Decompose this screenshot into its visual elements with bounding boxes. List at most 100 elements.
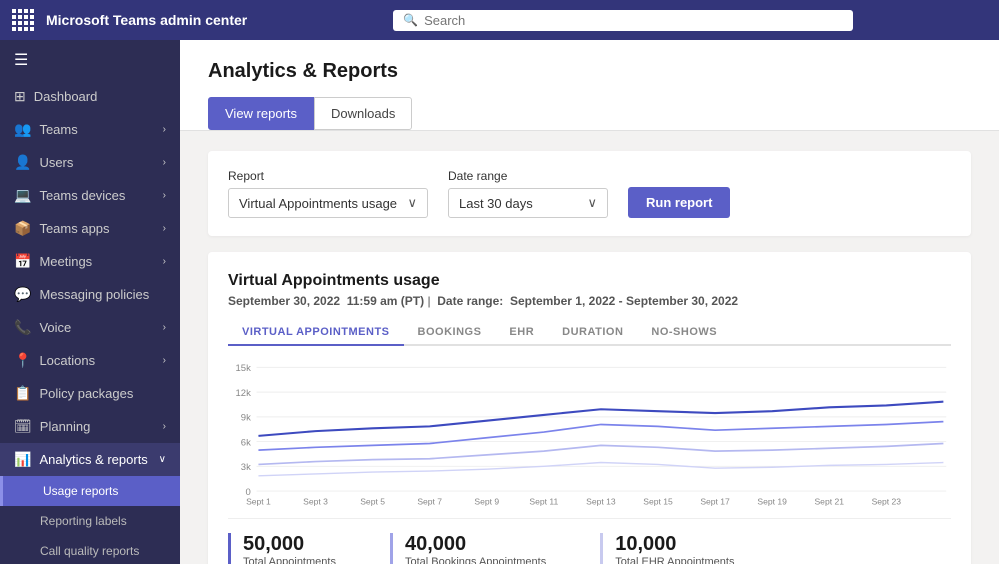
sidebar-item-users[interactable]: 👤 Users › xyxy=(0,146,180,179)
chart-tab-ehr[interactable]: EHR xyxy=(495,320,548,346)
tab-downloads[interactable]: Downloads xyxy=(314,97,412,130)
svg-text:Sept 1: Sept 1 xyxy=(246,496,271,506)
chevron-icon: › xyxy=(163,355,166,366)
sidebar-label: Analytics & reports xyxy=(39,452,150,467)
sidebar-label: Messaging policies xyxy=(39,287,166,302)
sidebar-label: Teams apps xyxy=(39,221,154,236)
sidebar-item-dashboard[interactable]: ⊞ Dashboard xyxy=(0,80,180,113)
sidebar-label: Locations xyxy=(39,353,154,368)
voice-icon: 📞 xyxy=(14,319,31,336)
users-icon: 👤 xyxy=(14,154,31,171)
chart-title: Virtual Appointments usage xyxy=(228,272,951,290)
chart-tab-bookings[interactable]: BOOKINGS xyxy=(404,320,496,346)
stat-total-appointments: 50,000 Total Appointments xyxy=(228,533,360,564)
chart-time: 11:59 am (PT) xyxy=(347,294,424,308)
run-report-button[interactable]: Run report xyxy=(628,187,730,218)
stat-number: 40,000 xyxy=(405,533,546,556)
stat-label: Total Bookings Appointments xyxy=(405,556,546,564)
planning-icon: 🗓 xyxy=(14,418,32,435)
sidebar-item-meetings[interactable]: 📅 Meetings › xyxy=(0,245,180,278)
main-header: Analytics & Reports View reports Downloa… xyxy=(180,40,999,131)
svg-text:Sept 11: Sept 11 xyxy=(529,496,558,506)
chevron-icon: ∨ xyxy=(159,454,166,465)
chart-tab-duration[interactable]: DURATION xyxy=(548,320,637,346)
report-label: Report xyxy=(228,169,428,183)
chevron-icon: › xyxy=(163,322,166,333)
svg-text:Sept 5: Sept 5 xyxy=(360,496,385,506)
report-select[interactable]: Virtual Appointments usage ∨ xyxy=(228,188,428,218)
svg-text:Sept 7: Sept 7 xyxy=(417,496,442,506)
sidebar-item-teams[interactable]: 👥 Teams › xyxy=(0,113,180,146)
stat-number: 50,000 xyxy=(243,533,336,556)
svg-text:Sept 15: Sept 15 xyxy=(643,496,673,506)
search-box[interactable]: 🔍 xyxy=(393,10,853,31)
svg-text:Sept 19: Sept 19 xyxy=(757,496,787,506)
date-label: Date range xyxy=(448,169,608,183)
main-tabs: View reports Downloads xyxy=(208,97,971,130)
sidebar-item-planning[interactable]: 🗓 Planning › xyxy=(0,410,180,443)
sidebar-sub-call-quality-reports[interactable]: Call quality reports xyxy=(0,536,180,564)
topbar: Microsoft Teams admin center 🔍 xyxy=(0,0,999,40)
date-value: Last 30 days xyxy=(459,196,533,211)
content-area: Report Virtual Appointments usage ∨ Date… xyxy=(180,131,999,564)
chart-tab-no-shows[interactable]: NO-SHOWS xyxy=(637,320,731,346)
tab-view-reports[interactable]: View reports xyxy=(208,97,314,130)
svg-text:12k: 12k xyxy=(236,388,252,399)
date-select[interactable]: Last 30 days ∨ xyxy=(448,188,608,218)
svg-text:Sept 23: Sept 23 xyxy=(872,496,902,506)
sidebar-item-messaging[interactable]: 💬 Messaging policies xyxy=(0,278,180,311)
sidebar-label: Policy packages xyxy=(39,386,166,401)
search-input[interactable] xyxy=(424,13,843,28)
analytics-icon: 📊 xyxy=(14,451,31,468)
stat-total-bookings: 40,000 Total Bookings Appointments xyxy=(390,533,570,564)
sidebar-item-locations[interactable]: 📍 Locations › xyxy=(0,344,180,377)
grid-icon[interactable] xyxy=(12,9,34,31)
stat-label: Total Appointments xyxy=(243,556,336,564)
sidebar-item-policy-packages[interactable]: 📋 Policy packages xyxy=(0,377,180,410)
hamburger-icon[interactable]: ☰ xyxy=(0,40,180,80)
meetings-icon: 📅 xyxy=(14,253,31,270)
svg-text:Sept 17: Sept 17 xyxy=(700,496,730,506)
chevron-icon: › xyxy=(163,421,166,432)
sidebar-label: Reporting labels xyxy=(40,514,166,528)
stats-row: 50,000 Total Appointments 40,000 Total B… xyxy=(228,518,951,564)
teams-icon: 👥 xyxy=(14,121,31,138)
chart-area: Virtual Appointments usage September 30,… xyxy=(208,252,971,564)
dashboard-icon: ⊞ xyxy=(14,88,26,105)
messaging-icon: 💬 xyxy=(14,286,31,303)
app-title: Microsoft Teams admin center xyxy=(46,12,247,28)
svg-text:Sept 3: Sept 3 xyxy=(303,496,328,506)
search-icon: 🔍 xyxy=(403,13,418,27)
chevron-icon: › xyxy=(163,223,166,234)
sidebar-sub-usage-reports[interactable]: Usage reports xyxy=(0,476,180,506)
sidebar-sub-reporting-labels[interactable]: Reporting labels xyxy=(0,506,180,536)
stat-total-ehr: 10,000 Total EHR Appointments xyxy=(600,533,758,564)
locations-icon: 📍 xyxy=(14,352,31,369)
sidebar-label: Voice xyxy=(39,320,154,335)
chevron-icon: › xyxy=(163,190,166,201)
policy-icon: 📋 xyxy=(14,385,31,402)
svg-text:Sept 13: Sept 13 xyxy=(586,496,616,506)
page-title: Analytics & Reports xyxy=(208,60,971,83)
sidebar-item-teams-apps[interactable]: 📦 Teams apps › xyxy=(0,212,180,245)
report-control-group: Report Virtual Appointments usage ∨ xyxy=(228,169,428,218)
svg-text:3k: 3k xyxy=(241,462,251,473)
sidebar-label: Teams devices xyxy=(39,188,154,203)
stat-number: 10,000 xyxy=(615,533,734,556)
sidebar-item-teams-devices[interactable]: 💻 Teams devices › xyxy=(0,179,180,212)
stat-label: Total EHR Appointments xyxy=(615,556,734,564)
chart-tab-virtual-appointments[interactable]: VIRTUAL APPOINTMENTS xyxy=(228,320,404,346)
chevron-icon: › xyxy=(163,124,166,135)
devices-icon: 💻 xyxy=(14,187,31,204)
chevron-icon: › xyxy=(163,157,166,168)
sidebar-label: Usage reports xyxy=(43,484,166,498)
sidebar-item-analytics[interactable]: 📊 Analytics & reports ∨ xyxy=(0,443,180,476)
chart-date: September 30, 2022 xyxy=(228,294,340,308)
apps-icon: 📦 xyxy=(14,220,31,237)
main-content: Analytics & Reports View reports Downloa… xyxy=(180,40,999,564)
chevron-icon: › xyxy=(163,256,166,267)
chart-date-range: September 1, 2022 - September 30, 2022 xyxy=(510,294,738,308)
chart-date-range-label: Date range: xyxy=(437,294,503,308)
sidebar-label: Teams xyxy=(39,122,154,137)
sidebar-item-voice[interactable]: 📞 Voice › xyxy=(0,311,180,344)
